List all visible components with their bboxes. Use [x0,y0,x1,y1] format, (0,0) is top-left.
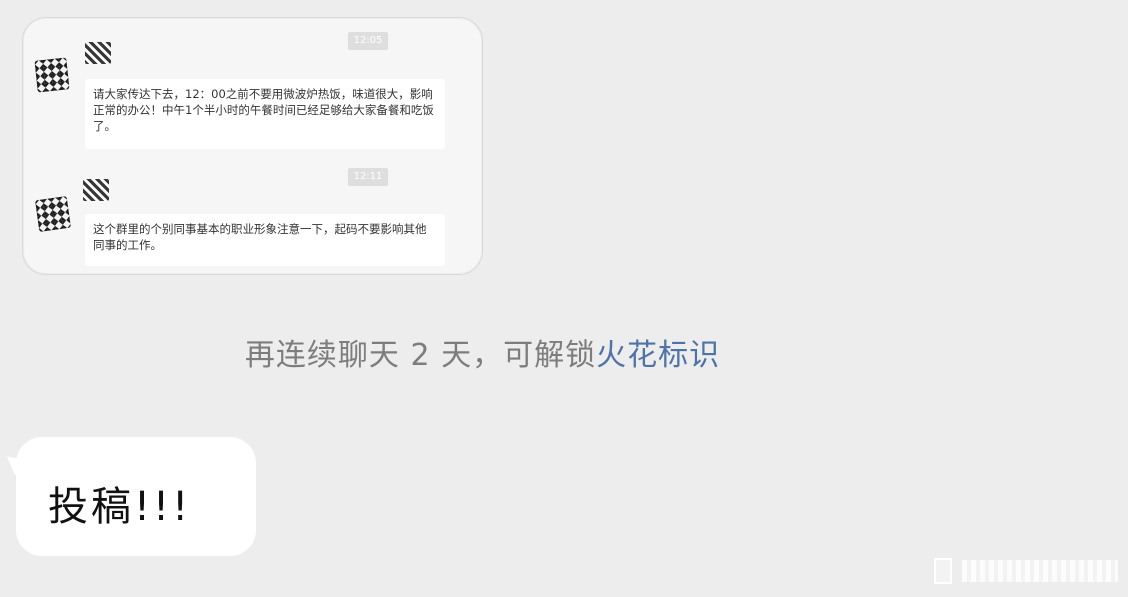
spark-badge-link[interactable]: 火花标识 [596,338,720,373]
platform-watermark [930,552,1120,586]
chat-streak-hint: 再连续聊天 2 天，可解锁火花标识 [0,330,965,374]
forwarded-screenshot-image[interactable]: 12:05 请大家传达下去，12：00之前不要用微波炉热饭，味道很大，影响正常的… [22,17,483,275]
embedded-message-bubble: 请大家传达下去，12：00之前不要用微波炉热饭，味道很大，影响正常的办公！中午1… [85,79,445,149]
hint-prefix-text: 再连续聊天 2 天，可解锁 [244,338,597,373]
watermark-text-graphic [962,560,1118,582]
watermark-logo-icon [934,558,952,584]
embedded-message-time: 12:05 [348,32,388,50]
pixelated-avatar [34,57,70,93]
embedded-message-bubble: 这个群里的个别同事基本的职业形象注意一下，起码不要影响其他同事的工作。 [85,214,445,266]
pixelated-sender-name [85,42,111,64]
chat-screen: 12:05 请大家传达下去，12：00之前不要用微波炉热饭，味道很大，影响正常的… [0,0,1128,597]
pixelated-avatar [34,195,72,233]
embedded-message-time: 12:11 [348,168,388,186]
pixelated-sender-name [83,179,109,201]
incoming-message-text: 投稿!!! [48,484,192,530]
